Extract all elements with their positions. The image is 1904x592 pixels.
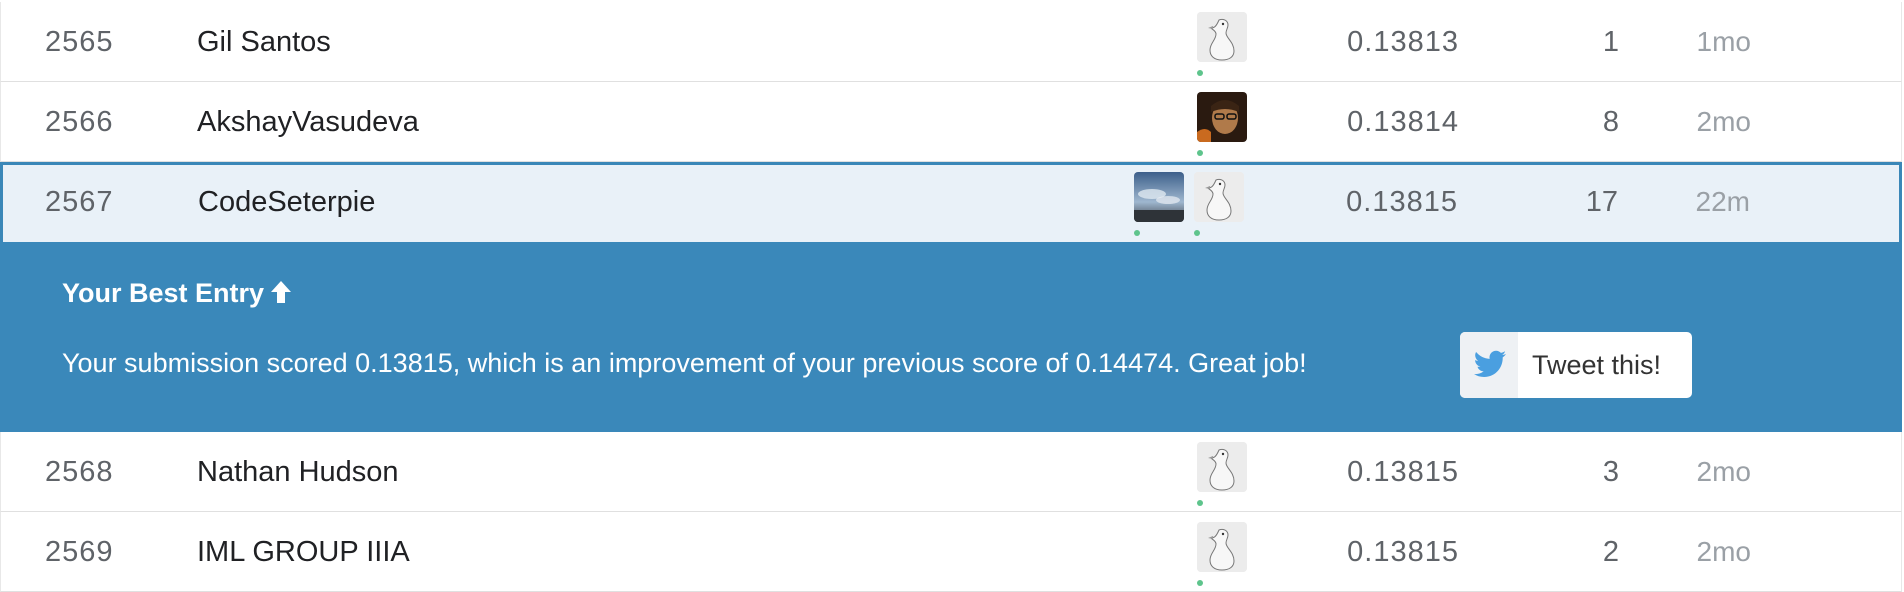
score: 0.13813 xyxy=(1347,26,1459,58)
team-name[interactable]: AkshayVasudeva xyxy=(197,82,419,162)
score: 0.13815 xyxy=(1347,536,1459,568)
team-name[interactable]: Gil Santos xyxy=(197,2,331,82)
table-row[interactable]: 2568 Nathan Hudson 0.13815 3 2mo xyxy=(0,432,1902,512)
banner-title: Your Best Entry xyxy=(62,278,292,311)
goose-avatar-icon[interactable] xyxy=(1197,12,1247,62)
last-submission: 1mo xyxy=(1696,26,1751,57)
rank: 2565 xyxy=(45,26,114,58)
banner-title-text: Your Best Entry xyxy=(62,278,265,308)
goose-avatar-icon[interactable] xyxy=(1197,522,1247,572)
leaderboard: 2565 Gil Santos 0.13813 1 1mo 2566 Aksha… xyxy=(0,0,1904,592)
twitter-icon xyxy=(1460,332,1518,398)
entries-count: 2 xyxy=(1602,536,1619,568)
last-submission: 2mo xyxy=(1696,456,1751,487)
rank: 2566 xyxy=(45,106,114,138)
tweet-button[interactable]: Tweet this! xyxy=(1460,332,1692,398)
goose-avatar-icon[interactable] xyxy=(1197,442,1247,492)
score: 0.13815 xyxy=(1347,456,1459,488)
last-submission: 22m xyxy=(1695,186,1750,217)
online-indicator xyxy=(1197,70,1203,76)
my-team-row[interactable]: 2567 CodeSeterpie 0.13815 17 22m xyxy=(0,162,1902,242)
entries-count: 1 xyxy=(1602,26,1619,58)
table-row[interactable]: 2565 Gil Santos 0.13813 1 1mo xyxy=(0,2,1902,82)
score: 0.13815 xyxy=(1346,186,1458,218)
online-indicator xyxy=(1134,230,1140,236)
online-indicator xyxy=(1197,500,1203,506)
rank: 2567 xyxy=(45,186,114,218)
last-submission: 2mo xyxy=(1696,536,1751,567)
last-submission: 2mo xyxy=(1696,106,1751,137)
online-indicator xyxy=(1197,150,1203,156)
entries-count: 17 xyxy=(1585,186,1618,218)
sky-photo-avatar-icon[interactable] xyxy=(1134,172,1184,222)
entries-count: 3 xyxy=(1602,456,1619,488)
banner-message: Your submission scored 0.13815, which is… xyxy=(62,348,1307,378)
person-photo-avatar-icon[interactable] xyxy=(1197,92,1247,142)
rank: 2568 xyxy=(45,456,114,488)
score: 0.13814 xyxy=(1347,106,1459,138)
team-name[interactable]: Nathan Hudson xyxy=(197,432,399,512)
team-name[interactable]: CodeSeterpie xyxy=(198,162,375,242)
online-indicator xyxy=(1197,580,1203,586)
arrow-up-icon xyxy=(270,280,292,311)
table-row[interactable]: 2566 AkshayVasudeva 0.13814 8 2mo xyxy=(0,82,1902,162)
rank: 2569 xyxy=(45,536,114,568)
entries-count: 8 xyxy=(1602,106,1619,138)
best-entry-banner: Your Best Entry Your submission scored 0… xyxy=(0,242,1902,432)
table-row[interactable]: 2569 IML GROUP IIIA 0.13815 2 2mo xyxy=(0,512,1902,592)
goose-avatar-icon[interactable] xyxy=(1194,172,1244,222)
online-indicator xyxy=(1194,230,1200,236)
team-name[interactable]: IML GROUP IIIA xyxy=(197,512,410,592)
tweet-button-label: Tweet this! xyxy=(1532,350,1662,380)
